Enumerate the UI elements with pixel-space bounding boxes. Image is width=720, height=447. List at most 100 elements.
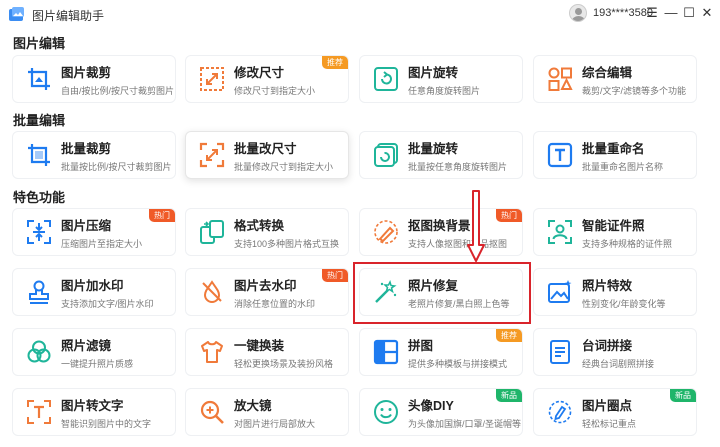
card-crop[interactable]: 图片裁剪 自由/按比例/按尺寸裁剪图片 [12, 55, 176, 103]
cutout-icon [374, 220, 398, 244]
card-photo-filter[interactable]: 照片滤镜 一键提升照片质感 [12, 328, 176, 376]
card-subtitle-stitch[interactable]: 台词拼接 经典台词剧照拼接 [533, 328, 697, 376]
section-title-batch-edit: 批量编辑 [13, 113, 66, 128]
card-desc: 批量重命名图片名称 [582, 162, 664, 172]
clothes-icon [201, 341, 223, 363]
card-composite-edit[interactable]: 综合编辑 裁剪/文字/滤镜等多个功能 [533, 55, 697, 103]
card-title: 图片加水印 [61, 279, 124, 293]
card-title: 图片转文字 [61, 399, 124, 413]
card-desc: 支持100多种图片格式互换 [234, 239, 340, 249]
card-desc: 提供多种模板与拼接模式 [408, 359, 508, 369]
menu-icon[interactable]: ☰ [645, 6, 659, 20]
card-rotate[interactable]: 图片旋转 任意角度旋转图片 [359, 55, 523, 103]
card-avatar-diy[interactable]: 头像DIY 为头像加国旗/口罩/圣诞帽等 新品 [359, 388, 523, 436]
user-account[interactable]: 193****3580 [569, 4, 653, 22]
card-desc: 支持多种规格的证件照 [582, 239, 673, 249]
card-desc: 性别变化/年龄变化等 [582, 299, 666, 309]
card-desc: 修改尺寸到指定大小 [234, 86, 316, 96]
app-title: 图片编辑助手 [32, 9, 105, 23]
card-remove-watermark[interactable]: 图片去水印 消除任意位置的水印 热门 [185, 268, 349, 316]
card-cutout-background[interactable]: 抠图换背景 支持人像抠图和商品抠图 热门 [359, 208, 523, 256]
card-title: 批量旋转 [408, 142, 459, 156]
card-desc: 批量按比例/按尺寸裁剪图片 [61, 162, 172, 172]
card-batch-crop[interactable]: 批量裁剪 批量按比例/按尺寸裁剪图片 [12, 131, 176, 179]
card-title: 放大镜 [234, 399, 272, 413]
card-title: 图片裁剪 [61, 66, 112, 80]
grid-edit-icon [548, 67, 573, 91]
effect-icon [548, 280, 572, 303]
card-image-to-text[interactable]: 图片转文字 智能识别图片中的文字 [12, 388, 176, 436]
card-compress[interactable]: 图片压缩 压缩图片至指定大小 热门 [12, 208, 176, 256]
new-badge: 新品 [496, 389, 522, 402]
card-title: 图片圈点 [582, 399, 633, 413]
recommend-badge: 推荐 [322, 56, 348, 69]
card-desc: 批量按任意角度旋转图片 [408, 162, 508, 172]
hot-badge: 热门 [496, 209, 522, 222]
section-title-features: 特色功能 [13, 190, 66, 205]
card-desc: 经典台词剧照拼接 [582, 359, 655, 369]
minimize-button[interactable]: — [664, 6, 678, 20]
mark-icon [548, 400, 572, 424]
card-desc: 任意角度旋转图片 [408, 86, 481, 96]
app-logo-icon [9, 7, 24, 21]
user-name[interactable]: 193****3580 [593, 7, 653, 19]
card-collage[interactable]: 拼图 提供多种模板与拼接模式 推荐 [359, 328, 523, 376]
card-title: 拼图 [408, 339, 434, 353]
card-desc: 压缩图片至指定大小 [61, 239, 143, 249]
card-title: 智能证件照 [582, 219, 645, 233]
card-add-watermark[interactable]: 图片加水印 支持添加文字/图片水印 [12, 268, 176, 316]
card-title: 台词拼接 [582, 339, 633, 353]
card-title: 格式转换 [234, 219, 285, 233]
batch-resize-icon [199, 142, 225, 168]
card-desc: 一键提升照片质感 [61, 359, 134, 369]
subtitle-icon [550, 340, 570, 364]
card-title: 照片特效 [582, 279, 633, 293]
avatar-diy-icon [374, 400, 398, 424]
crop-icon [28, 68, 50, 90]
card-desc: 为头像加国旗/口罩/圣诞帽等 [408, 419, 522, 429]
card-image-mark[interactable]: 图片圈点 轻松标记重点 新品 [533, 388, 697, 436]
card-title: 图片旋转 [408, 66, 459, 80]
remove-watermark-icon [202, 280, 222, 303]
compress-icon [27, 220, 51, 244]
card-desc: 轻松标记重点 [582, 419, 637, 429]
card-resize[interactable]: 修改尺寸 修改尺寸到指定大小 推荐 [185, 55, 349, 103]
card-photo-restore[interactable]: 照片修复 老照片修复/黑白照上色等 [359, 268, 523, 316]
magnifier-icon [200, 400, 224, 424]
card-title: 一键换装 [234, 339, 285, 353]
batch-crop-icon [28, 144, 50, 166]
avatar[interactable] [569, 4, 587, 22]
card-batch-rename[interactable]: 批量重命名 批量重命名图片名称 [533, 131, 697, 179]
card-desc: 支持人像抠图和商品抠图 [408, 239, 508, 249]
card-title: 批量重命名 [582, 142, 645, 156]
convert-icon [200, 220, 224, 244]
card-outfit-change[interactable]: 一键换装 轻松更换场景及装扮风格 [185, 328, 349, 376]
card-title: 头像DIY [408, 399, 454, 413]
title-bar: 图片编辑助手 193****3580 ☰ — ☐ ✕ [0, 0, 720, 28]
card-batch-resize[interactable]: 批量改尺寸 批量修改尺寸到指定大小 [185, 131, 349, 179]
card-desc: 批量修改尺寸到指定大小 [234, 162, 334, 172]
card-magnifier[interactable]: 放大镜 对图片进行局部放大 [185, 388, 349, 436]
card-title: 照片滤镜 [61, 339, 112, 353]
card-title: 综合编辑 [582, 66, 633, 80]
card-desc: 轻松更换场景及装扮风格 [234, 359, 334, 369]
card-desc: 消除任意位置的水印 [234, 299, 316, 309]
filter-icon [27, 340, 51, 363]
card-id-photo[interactable]: 智能证件照 支持多种规格的证件照 [533, 208, 697, 256]
collage-icon [373, 339, 399, 365]
card-photo-effects[interactable]: 照片特效 性别变化/年龄变化等 [533, 268, 697, 316]
recommend-badge: 推荐 [496, 329, 522, 342]
batch-rotate-icon [374, 143, 398, 167]
card-format-convert[interactable]: 格式转换 支持100多种图片格式互换 [185, 208, 349, 256]
card-batch-rotate[interactable]: 批量旋转 批量按任意角度旋转图片 [359, 131, 523, 179]
card-desc: 自由/按比例/按尺寸裁剪图片 [61, 86, 175, 96]
card-desc: 支持添加文字/图片水印 [61, 299, 154, 309]
id-photo-icon [548, 220, 572, 244]
maximize-button[interactable]: ☐ [682, 6, 696, 20]
card-desc: 智能识别图片中的文字 [61, 419, 152, 429]
close-button[interactable]: ✕ [700, 6, 714, 20]
magic-wand-icon [375, 279, 397, 303]
section-title-image-edit: 图片编辑 [13, 36, 66, 51]
new-badge: 新品 [670, 389, 696, 402]
card-title: 批量裁剪 [61, 142, 112, 156]
